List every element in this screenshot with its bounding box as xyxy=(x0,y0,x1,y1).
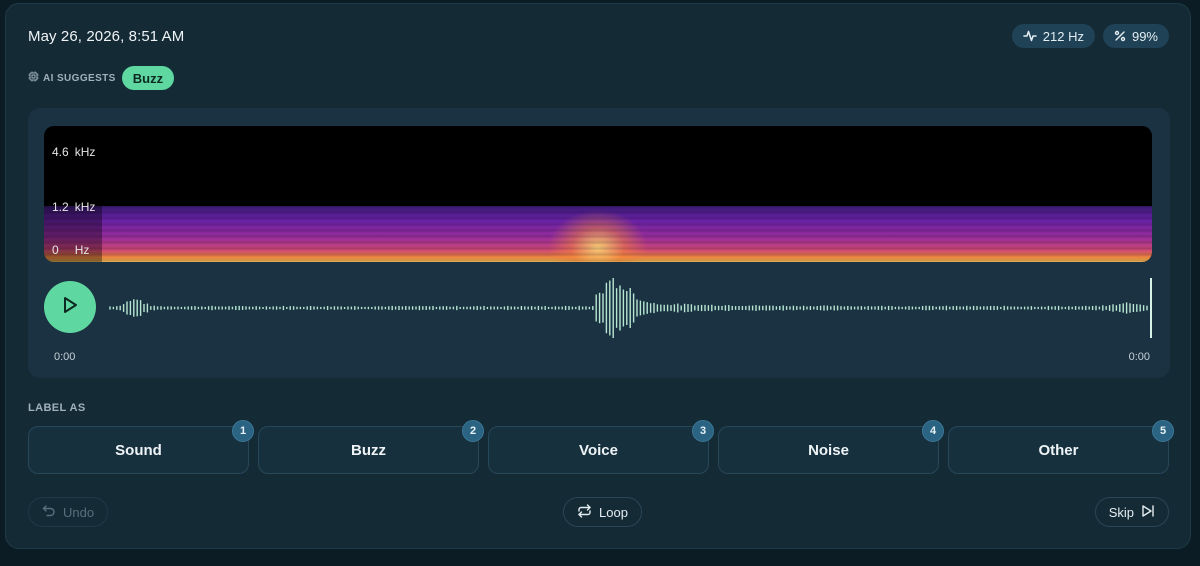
waveform[interactable] xyxy=(108,278,1154,338)
ai-suggests-label: AI SUGGESTS xyxy=(28,71,116,85)
label-text: Other xyxy=(1038,441,1079,459)
label-text: Noise xyxy=(808,441,849,459)
play-button[interactable] xyxy=(44,281,96,333)
shortcut-badge: 5 xyxy=(1152,420,1174,442)
stats-pills: 212 Hz 99% xyxy=(1011,24,1169,48)
label-text: Voice xyxy=(579,441,618,459)
ai-suggestion-badge[interactable]: Buzz xyxy=(121,66,175,90)
loop-button[interactable]: Loop xyxy=(563,497,642,527)
label-button-noise[interactable]: Noise 4 xyxy=(718,420,944,474)
loop-icon xyxy=(577,503,592,521)
skip-icon xyxy=(1141,504,1155,521)
shortcut-badge: 2 xyxy=(462,420,484,442)
confidence-pill: 99% xyxy=(1102,24,1169,48)
freq-label-top: 4.6 kHz xyxy=(52,145,96,159)
label-options: Sound 1 Buzz 2 Voice 3 Noise 4 Other 5 xyxy=(28,420,1174,474)
audio-player: 4.6 kHz 1.2 kHz 0 Hz 0:00 0:00 xyxy=(28,108,1170,378)
percent-icon xyxy=(1114,30,1126,42)
shortcut-badge: 4 xyxy=(922,420,944,442)
skip-button[interactable]: Skip xyxy=(1094,497,1169,527)
annotation-card: May 26, 2026, 8:51 AM 212 Hz 99% AI SUGG… xyxy=(5,3,1191,549)
ai-suggests-text: AI SUGGESTS xyxy=(43,72,116,84)
label-button-voice[interactable]: Voice 3 xyxy=(488,420,714,474)
label-button-sound[interactable]: Sound 1 xyxy=(28,420,254,474)
loop-label: Loop xyxy=(599,504,628,520)
ai-suggestion-row: AI SUGGESTS Buzz xyxy=(28,66,175,90)
activity-icon xyxy=(1023,29,1037,43)
play-icon xyxy=(60,295,80,320)
time-start: 0:00 xyxy=(54,351,76,363)
freq-label-mid: 1.2 kHz xyxy=(52,200,96,214)
skip-label: Skip xyxy=(1108,504,1134,520)
time-end: 0:00 xyxy=(1128,351,1150,363)
waveform-row xyxy=(44,278,1156,338)
shortcut-badge: 1 xyxy=(232,420,254,442)
frequency-pill: 212 Hz xyxy=(1011,24,1095,48)
label-button-other[interactable]: Other 5 xyxy=(948,420,1174,474)
freq-label-bottom: 0 Hz xyxy=(52,243,90,257)
label-as-heading: LABEL AS xyxy=(28,402,86,414)
confidence-value: 99% xyxy=(1131,28,1158,44)
undo-button[interactable]: Undo xyxy=(28,497,109,527)
frequency-value: 212 Hz xyxy=(1042,28,1084,44)
label-text: Sound xyxy=(115,441,162,459)
recording-datetime: May 26, 2026, 8:51 AM xyxy=(28,28,185,45)
undo-icon xyxy=(42,504,56,521)
label-button-buzz[interactable]: Buzz 2 xyxy=(258,420,484,474)
label-text: Buzz xyxy=(351,441,386,459)
chip-icon xyxy=(28,71,39,85)
spectrogram-energy-band xyxy=(44,206,1152,262)
undo-label: Undo xyxy=(63,504,95,520)
shortcut-badge: 3 xyxy=(692,420,714,442)
spectrogram: 4.6 kHz 1.2 kHz 0 Hz xyxy=(44,126,1152,262)
